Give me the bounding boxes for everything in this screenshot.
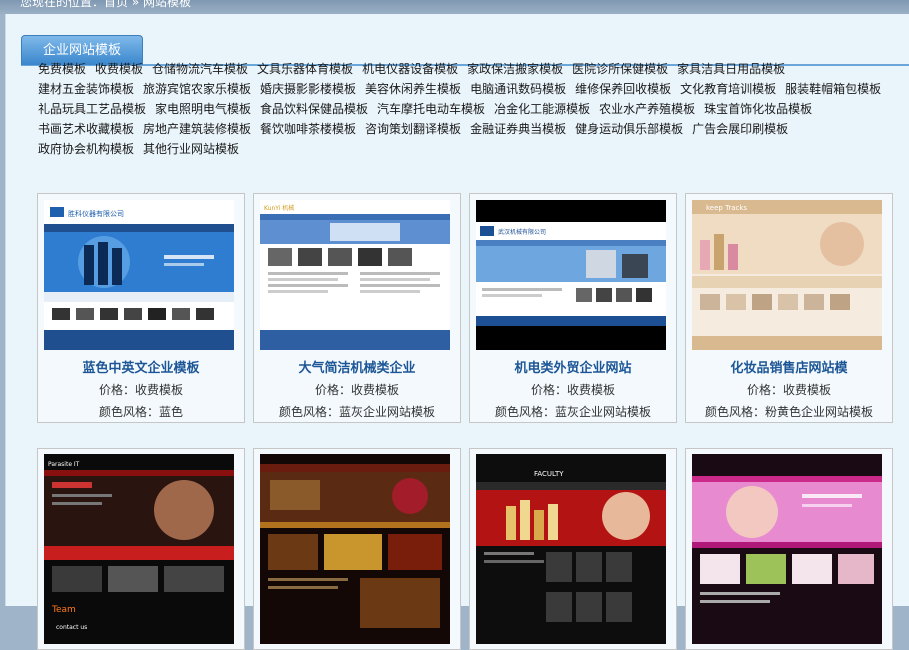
template-style: 颜色风格：蓝灰企业网站模板 <box>494 405 651 419</box>
thumb-brand-text: Parasite IT <box>48 461 80 468</box>
category-link[interactable]: 房地产建筑装修模板 <box>143 122 251 136</box>
template-thumbnail[interactable] <box>260 454 450 644</box>
template-card[interactable]: 胜科仪器有限公司 蓝色中英文企业模板 价格：收费模板 颜色风格：蓝色 <box>37 193 245 423</box>
category-link[interactable]: 服装鞋帽箱包模板 <box>785 82 881 96</box>
thumb-brand-text: 武汉机械有限公司 <box>498 228 546 236</box>
category-link[interactable]: 金融证券典当模板 <box>470 122 566 136</box>
template-card[interactable]: KunYi 机械 大气简洁机械类企业 价格：收费模板 颜色风格：蓝灰企业网站模板 <box>253 193 461 423</box>
category-link[interactable]: 汽车摩托电动车模板 <box>377 102 485 116</box>
template-card[interactable]: FACULTY <box>469 448 677 650</box>
category-link[interactable]: 农业水产养殖模板 <box>599 102 695 116</box>
category-link[interactable]: 咨询策划翻译模板 <box>365 122 461 136</box>
template-thumbnail[interactable]: Parasite IT Team contact us <box>44 454 234 644</box>
thumbnail-restaurant <box>260 454 450 644</box>
category-link[interactable]: 餐饮咖啡茶楼模板 <box>260 122 356 136</box>
category-link[interactable]: 健身运动俱乐部模板 <box>575 122 683 136</box>
template-card[interactable] <box>685 448 893 650</box>
category-link[interactable]: 家具洁具日用品模板 <box>677 62 785 76</box>
category-link[interactable]: 书画艺术收藏模板 <box>38 122 134 136</box>
category-link[interactable]: 冶金化工能源模板 <box>494 102 590 116</box>
category-row-2: 建材五金装饰模板 旅游宾馆农家乐模板 婚庆摄影影楼模板 美容休闲养生模板 电脑通讯数码模… <box>38 79 904 99</box>
template-style: 颜色风格：蓝色 <box>98 405 183 419</box>
category-row-5: 政府协会机构模板 其他行业网站模板 <box>38 139 904 159</box>
category-link[interactable]: 礼品玩具工艺品模板 <box>38 102 146 116</box>
category-link[interactable]: 婚庆摄影影楼模板 <box>260 82 356 96</box>
category-link[interactable]: 其他行业网站模板 <box>143 142 239 156</box>
category-link[interactable]: 建材五金装饰模板 <box>38 82 134 96</box>
category-link[interactable]: 维修保养回收模板 <box>575 82 671 96</box>
category-link[interactable]: 文化教育培训模板 <box>680 82 776 96</box>
category-link[interactable]: 电脑通讯数码模板 <box>470 82 566 96</box>
template-title[interactable]: 蓝色中英文企业模板 <box>38 357 244 376</box>
template-thumbnail[interactable]: keep Tracks <box>692 200 882 350</box>
category-link[interactable]: 收费模板 <box>95 62 143 76</box>
category-link[interactable]: 仓储物流汽车模板 <box>152 62 248 76</box>
thumb-brand-text: keep Tracks <box>706 204 747 212</box>
template-card[interactable]: Parasite IT Team contact us <box>37 448 245 650</box>
template-thumbnail[interactable]: 武汉机械有限公司 <box>476 200 666 350</box>
thumbnail-blue-enterprise: 胜科仪器有限公司 <box>44 200 234 350</box>
category-link[interactable]: 医院诊所保健模板 <box>572 62 668 76</box>
category-link[interactable]: 家政保洁搬家模板 <box>467 62 563 76</box>
category-link[interactable]: 广告会展印刷模板 <box>692 122 788 136</box>
template-card[interactable]: keep Tracks 化妆品销售店网站模 价格：收费模板 颜色风格：粉黄色企业… <box>685 193 893 423</box>
thumbnail-faculty-cosmetics: FACULTY <box>476 454 666 644</box>
thumb-brand-text: 胜科仪器有限公司 <box>68 209 124 218</box>
category-row-4: 书画艺术收藏模板 房地产建筑装修模板 餐饮咖啡茶楼模板 咨询策划翻译模板 金融证券典当模… <box>38 119 904 139</box>
template-card[interactable]: 武汉机械有限公司 机电类外贸企业网站 价格：收费模板 颜色风格：蓝灰企业网站模板 <box>469 193 677 423</box>
category-row-1: 免费模板 收费模板 仓储物流汽车模板 文具乐器体育模板 机电仪器设备模板 家政保洁搬家模板… <box>38 59 904 79</box>
template-title[interactable]: 化妆品销售店网站模 <box>686 357 892 376</box>
template-price: 价格：收费模板 <box>98 383 183 397</box>
category-link[interactable]: 珠宝首饰化妆品模板 <box>704 102 812 116</box>
thumbnail-dark-team: Parasite IT Team contact us <box>44 454 234 644</box>
template-price: 价格：收费模板 <box>314 383 399 397</box>
thumbnail-electromech: 武汉机械有限公司 <box>476 200 666 350</box>
category-link[interactable]: 家电照明电气模板 <box>155 102 251 116</box>
breadcrumb: 您现在的位置：首页 » 网站模板 <box>20 0 191 9</box>
category-link[interactable]: 免费模板 <box>38 62 86 76</box>
template-price: 价格：收费模板 <box>746 383 831 397</box>
template-title[interactable]: 机电类外贸企业网站 <box>470 357 676 376</box>
category-link[interactable]: 文具乐器体育模板 <box>257 62 353 76</box>
template-thumbnail[interactable]: FACULTY <box>476 454 666 644</box>
breadcrumb-strip: 您现在的位置：首页 » 网站模板 <box>0 0 909 14</box>
thumb-contact-text: contact us <box>56 624 87 631</box>
thumbnail-pink-beauty <box>692 454 882 644</box>
thumb-brand-text: KunYi 机械 <box>264 204 294 212</box>
category-link[interactable]: 机电仪器设备模板 <box>362 62 458 76</box>
thumbnail-cosmetics: keep Tracks <box>692 200 882 350</box>
template-style: 颜色风格：粉黄色企业网站模板 <box>704 405 873 419</box>
category-links: 免费模板 收费模板 仓储物流汽车模板 文具乐器体育模板 机电仪器设备模板 家政保洁搬家模板… <box>38 59 904 159</box>
thumb-brand-text: FACULTY <box>534 470 564 478</box>
category-link[interactable]: 旅游宾馆农家乐模板 <box>143 82 251 96</box>
category-link[interactable]: 美容休闲养生模板 <box>365 82 461 96</box>
category-link[interactable]: 政府协会机构模板 <box>38 142 134 156</box>
category-link[interactable]: 食品饮料保健品模板 <box>260 102 368 116</box>
template-style: 颜色风格：蓝灰企业网站模板 <box>278 405 435 419</box>
thumbnail-machinery: KunYi 机械 <box>260 200 450 350</box>
category-row-3: 礼品玩具工艺品模板 家电照明电气模板 食品饮料保健品模板 汽车摩托电动车模板 冶金化工能… <box>38 99 904 119</box>
template-thumbnail[interactable]: KunYi 机械 <box>260 200 450 350</box>
template-thumbnail[interactable] <box>692 454 882 644</box>
template-card[interactable] <box>253 448 461 650</box>
template-price: 价格：收费模板 <box>530 383 615 397</box>
thumb-team-text: Team <box>51 605 76 615</box>
template-title[interactable]: 大气简洁机械类企业 <box>254 357 460 376</box>
template-thumbnail[interactable]: 胜科仪器有限公司 <box>44 200 234 350</box>
